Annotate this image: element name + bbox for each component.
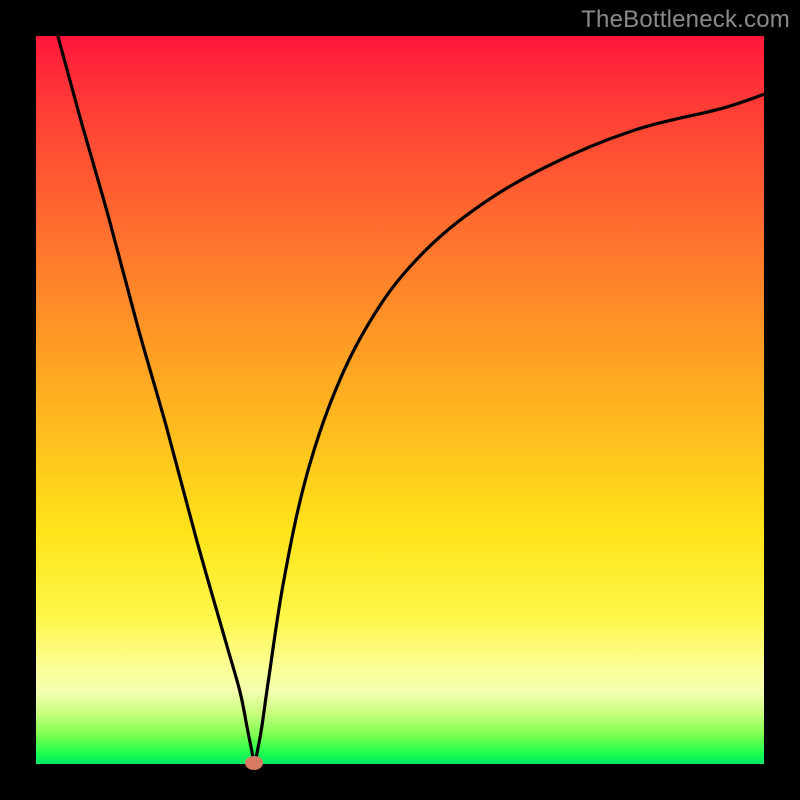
plot-area [36,36,764,764]
curve-path [58,36,764,764]
optimal-point-marker [245,756,263,770]
chart-frame: TheBottleneck.com [0,0,800,800]
watermark-text: TheBottleneck.com [581,6,790,34]
bottleneck-curve [36,36,764,764]
